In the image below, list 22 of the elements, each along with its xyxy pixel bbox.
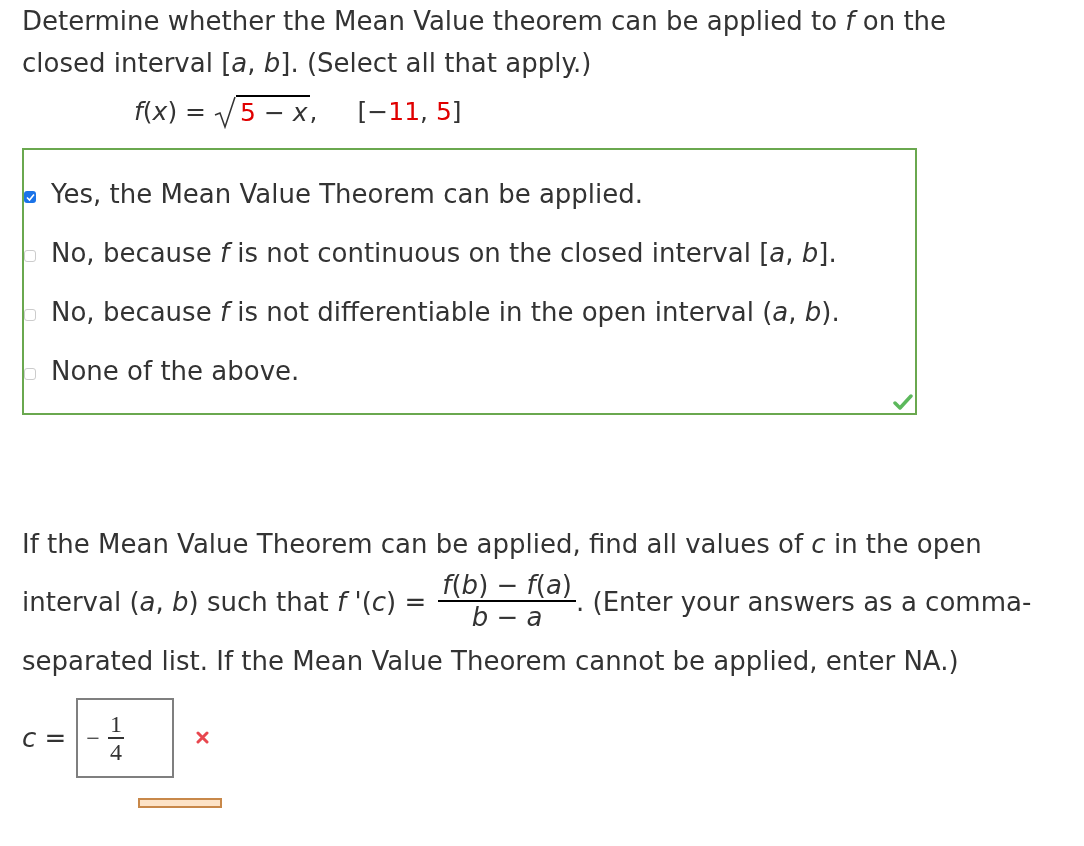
checkbox[interactable] [24, 191, 36, 203]
option-label: Yes, the Mean Value Theorem can be applied. [51, 179, 644, 209]
option-label: No, because f is not differentiable in the open interval (a, b). [51, 297, 840, 327]
interval-text: 5 [435, 97, 452, 126]
answer-label: c = [22, 721, 67, 755]
radicand-text: 5 [240, 98, 256, 127]
interval-text: ] [451, 97, 462, 126]
checkbox[interactable] [24, 368, 36, 380]
button-edge[interactable] [138, 797, 222, 808]
question-text: Determine whether the Mean Value theorem can be applied to f on the closed interval [a, b]. (Select all that apply.) [22, 5, 948, 80]
option-label: None of the above. [51, 356, 300, 386]
radicand-text: − x [262, 98, 308, 127]
square-root-icon [214, 95, 237, 129]
interval-text: [− [357, 97, 389, 126]
instruction-text: If the Mean Value Theorem can be applied, find all values of c in the open interval (a, b) such that f '(c) = f(b) − f(a) b − a . (Enter your answers as a comma-separated list. If the Mean Value Theorem cannot be applied, enter NA.) [22, 528, 1033, 678]
comma: , [309, 96, 318, 128]
option-label: No, because f is not continuous on the closed interval [a, b]. [51, 238, 837, 268]
interval-text: , [420, 97, 429, 126]
checkbox[interactable] [24, 250, 36, 262]
function-label: f(x) = [134, 96, 207, 128]
interval-text: 11 [388, 97, 421, 126]
checkbox[interactable] [24, 309, 36, 321]
